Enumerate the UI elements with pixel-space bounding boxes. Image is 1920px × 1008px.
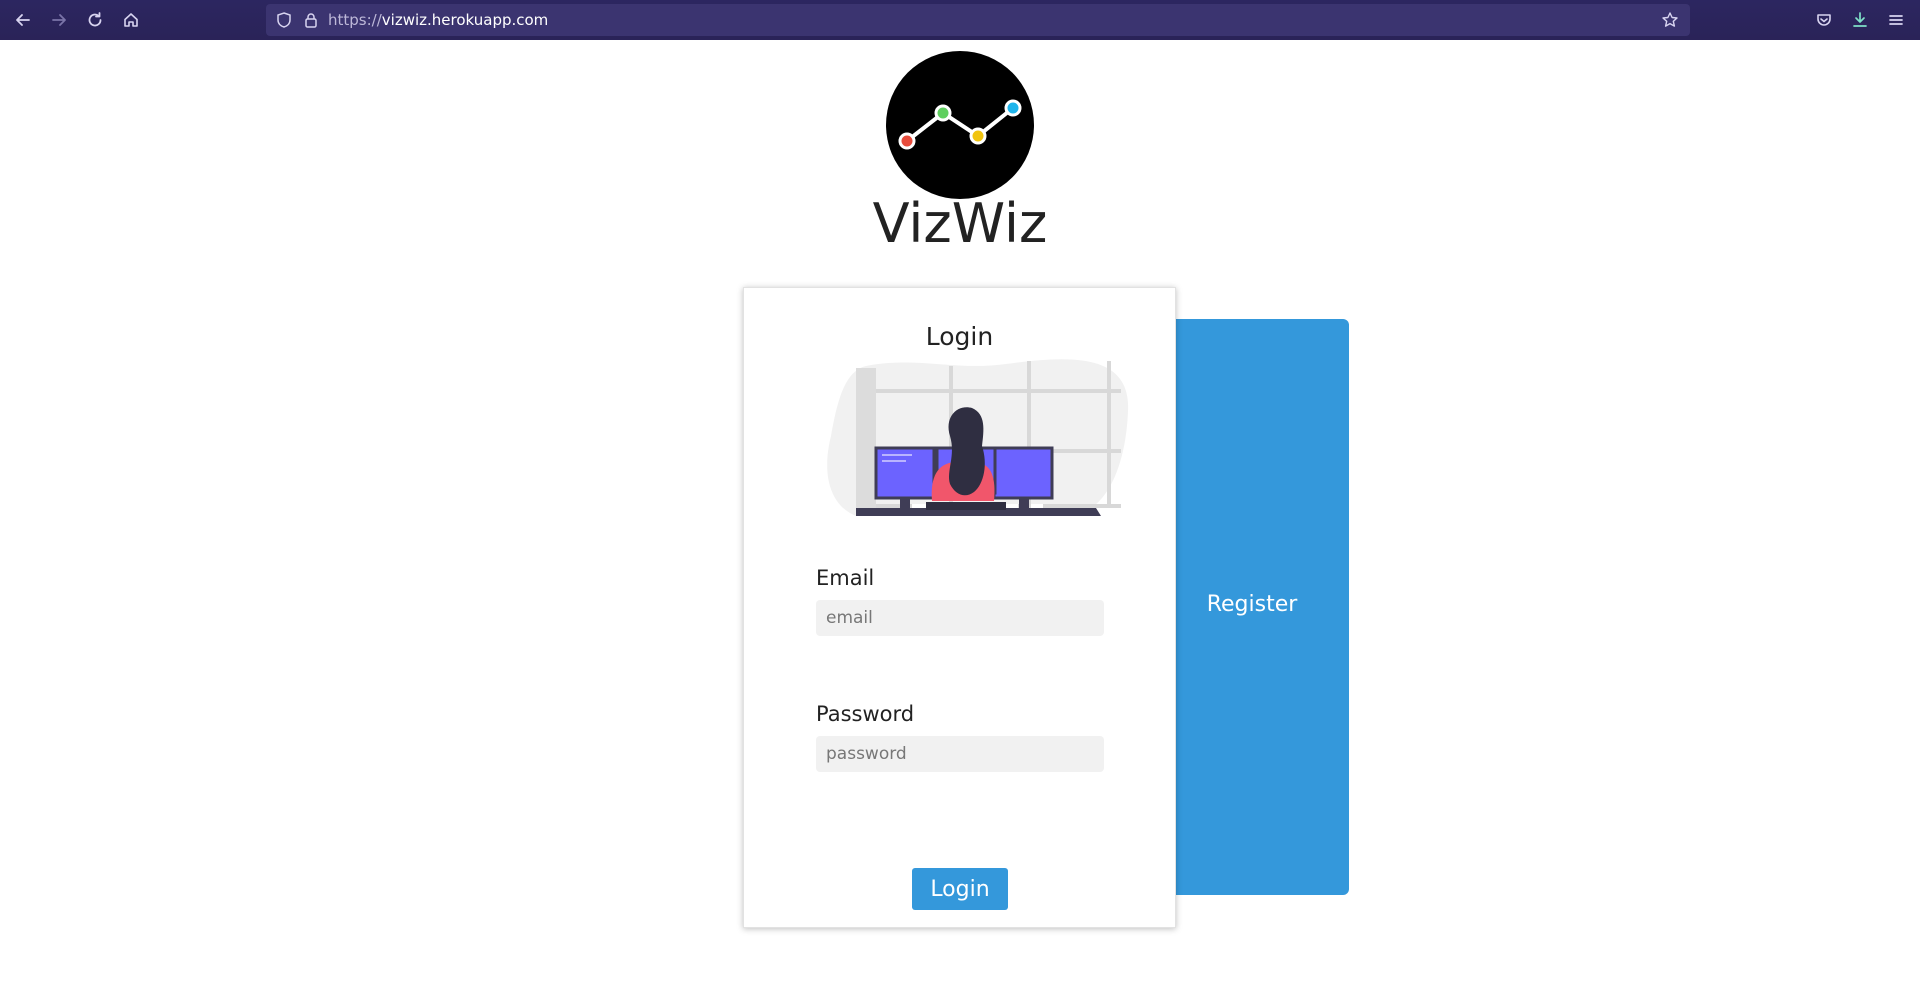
chart-line-icon: [898, 99, 1022, 150]
url-bar[interactable]: https://vizwiz.herokuapp.com: [266, 4, 1690, 36]
email-label: Email: [816, 566, 875, 590]
login-card: Login Email Password Login: [743, 287, 1176, 928]
email-field[interactable]: [816, 600, 1104, 636]
brand-name: VizWiz: [872, 192, 1048, 255]
download-icon[interactable]: [1848, 8, 1872, 32]
green-dot: [934, 104, 952, 122]
forward-icon[interactable]: [47, 8, 71, 32]
browser-toolbar: https://vizwiz.herokuapp.com: [0, 0, 1920, 40]
workstation-illustration: [827, 359, 1129, 516]
pocket-icon[interactable]: [1812, 8, 1836, 32]
password-label: Password: [816, 702, 915, 726]
password-field[interactable]: [816, 736, 1104, 772]
register-button[interactable]: Register: [1155, 592, 1329, 617]
login-button[interactable]: Login: [912, 868, 1008, 910]
url-scheme: https://: [328, 11, 382, 29]
blue-dot: [1004, 99, 1022, 117]
menu-icon[interactable]: [1884, 8, 1908, 32]
shield-icon[interactable]: [275, 11, 293, 29]
back-icon[interactable]: [11, 8, 35, 32]
home-icon[interactable]: [119, 8, 143, 32]
red-dot: [898, 132, 916, 150]
lock-icon[interactable]: [302, 11, 320, 29]
url-host: vizwiz.herokuapp.com: [381, 11, 549, 29]
star-icon[interactable]: [1661, 11, 1679, 29]
vizwiz-logo: [886, 51, 1034, 199]
url-text[interactable]: https://vizwiz.herokuapp.com: [328, 11, 548, 29]
login-heading: Login: [925, 322, 994, 351]
reload-icon[interactable]: [83, 8, 107, 32]
yellow-dot: [969, 127, 987, 145]
